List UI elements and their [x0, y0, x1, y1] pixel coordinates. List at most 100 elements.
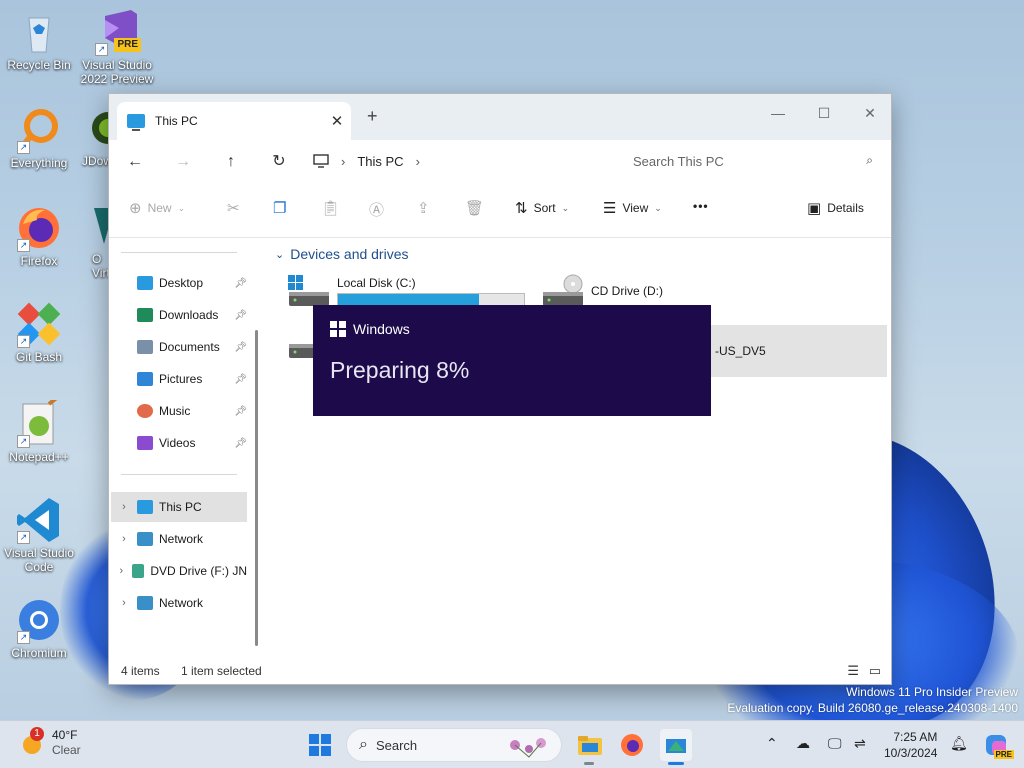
more-options-icon[interactable]: ••• [693, 199, 709, 213]
nav-item-network-2[interactable]: › Network [111, 588, 247, 618]
windows-logo-icon [330, 321, 346, 337]
downloads-icon [137, 308, 153, 322]
sort-button[interactable]: ⇅ Sort ⌄ [515, 199, 569, 217]
pin-icon[interactable]: 📌︎ [234, 406, 247, 417]
everything-icon: ↗ [15, 106, 63, 154]
drive-cd-d[interactable]: CD Drive (D:) [541, 274, 663, 308]
desktop-icon-git-bash[interactable]: ↗ Git Bash [1, 300, 77, 364]
nav-item-documents[interactable]: Documents 📌︎ [111, 332, 247, 362]
forward-arrow-icon[interactable]: → [169, 148, 197, 176]
drive-local-disk-c[interactable]: Local Disk (C:) [287, 274, 525, 308]
windows-preparing-dialog: Windows Preparing 8% [313, 305, 711, 416]
taskbar-file-explorer[interactable] [574, 729, 606, 761]
tiles-view-icon[interactable]: ▭ [869, 663, 881, 679]
videos-icon [137, 436, 153, 450]
weather-widget[interactable]: 1 40°F Clear [18, 727, 81, 758]
view-button[interactable]: ☰ View ⌄ [603, 199, 662, 217]
group-header-devices[interactable]: ⌄ Devices and drives [275, 246, 409, 262]
nav-item-dvd-drive[interactable]: › DVD Drive (F:) JN [111, 556, 247, 586]
tab-close-icon[interactable]: ✕ [323, 112, 351, 130]
desktop-icon-notepad-plus-plus[interactable]: ↗ Notepad++ [1, 394, 77, 464]
refresh-icon[interactable]: ↻ [265, 148, 293, 176]
search-placeholder: Search This PC [633, 153, 724, 169]
visual-studio-icon: PRE ↗ [93, 8, 141, 56]
start-button[interactable] [304, 729, 336, 761]
command-bar: ⊕ New ⌄ ✂ ❐ 📋︎ Ⓐ ⇪ 🗑︎ ⇅ Sort ⌄ ☰ View ⌄ … [109, 182, 891, 238]
nav-item-this-pc[interactable]: › This PC [111, 492, 247, 522]
up-arrow-icon[interactable]: ↑ [217, 148, 245, 176]
details-view-icon[interactable]: ☰ [847, 663, 859, 679]
share-icon[interactable]: ⇪ [417, 199, 430, 217]
minimize-button[interactable]: — [755, 98, 801, 128]
network-status-icon[interactable]: ⇌ [854, 735, 866, 752]
selected-drive-tile[interactable]: -US_DV5 [709, 325, 887, 377]
firefox-icon: ↗ [15, 204, 63, 252]
music-icon [137, 404, 153, 418]
desktop-icon-everything[interactable]: ↗ Everything [1, 106, 77, 170]
maximize-button[interactable]: ☐ [801, 98, 847, 128]
details-pane-icon: ▣ [807, 200, 822, 217]
pin-icon[interactable]: 📌︎ [234, 342, 247, 353]
pin-icon[interactable]: 📌︎ [234, 310, 247, 321]
taskbar-search[interactable]: ⌕ Search [346, 728, 562, 762]
desktop-folder-icon [137, 276, 153, 290]
nav-item-desktop[interactable]: Desktop 📌︎ [111, 268, 247, 298]
paste-icon[interactable]: 📋︎ [321, 199, 340, 217]
pin-icon[interactable]: 📌︎ [234, 278, 247, 289]
back-arrow-icon[interactable]: ← [121, 148, 149, 176]
breadcrumb-chevron-icon: › [341, 153, 346, 169]
status-bar: 4 items 1 item selected ☰ ▭ [109, 658, 891, 684]
details-button[interactable]: ▣ Details [807, 199, 864, 217]
pin-icon[interactable]: 📌︎ [234, 374, 247, 385]
onedrive-offline-icon[interactable]: ☁ [796, 735, 810, 752]
desktop-icon-chromium[interactable]: ↗ Chromium [1, 596, 77, 660]
breadcrumb-item-this-pc[interactable]: This PC [357, 154, 403, 169]
show-hidden-icons-chevron-icon[interactable]: ⌃ [766, 735, 778, 752]
tab-this-pc[interactable]: This PC ✕ [117, 102, 351, 140]
taskbar-active-app[interactable] [660, 729, 692, 761]
nav-item-downloads[interactable]: Downloads 📌︎ [111, 300, 247, 330]
taskbar-firefox[interactable] [616, 729, 648, 761]
pin-icon[interactable]: 📌︎ [234, 438, 247, 449]
new-tab-button[interactable]: + [367, 106, 378, 127]
delete-icon[interactable]: 🗑︎ [465, 199, 484, 217]
breadcrumb-chevron-icon[interactable]: › [416, 154, 420, 169]
desktop-icon-virtualbox[interactable]: O Virt [84, 204, 110, 280]
nav-item-videos[interactable]: Videos 📌︎ [111, 428, 247, 458]
plus-circle-icon: ⊕ [129, 200, 142, 217]
nav-item-pictures[interactable]: Pictures 📌︎ [111, 364, 247, 394]
clock-date: 10/3/2024 [884, 746, 938, 760]
rename-icon[interactable]: Ⓐ [369, 199, 384, 220]
monitor-icon [313, 154, 329, 168]
cut-icon[interactable]: ✂ [227, 199, 240, 217]
clock[interactable]: 7:25 AM 10/3/2024 [884, 729, 937, 761]
navigation-scrollbar[interactable] [255, 330, 258, 646]
chevron-right-icon[interactable]: › [111, 501, 137, 513]
nav-item-music[interactable]: Music 📌︎ [111, 396, 247, 426]
desktop-icon-visual-studio-preview[interactable]: PRE ↗ Visual Studio 2022 Preview [79, 8, 155, 86]
windows-start-icon [309, 734, 331, 756]
taskbar: 1 40°F Clear ⌕ Search ⌃ ☁ 🖵︎ ⇌ 7:25 AM 1… [0, 720, 1024, 768]
close-button[interactable]: ✕ [847, 98, 893, 128]
nav-item-network[interactable]: › Network [111, 524, 247, 554]
desktop-icon-jdownloader[interactable]: JDow [72, 106, 112, 168]
search-input[interactable]: Search This PC ⌕ [617, 144, 885, 178]
copy-icon[interactable]: ❐ [273, 199, 286, 217]
chevron-down-icon: ⌄ [561, 202, 570, 213]
chevron-right-icon[interactable]: › [111, 565, 132, 577]
new-button[interactable]: ⊕ New ⌄ [129, 199, 185, 217]
pre-badge: PRE [114, 38, 141, 52]
desktop-icon-recycle-bin[interactable]: Recycle Bin [1, 8, 77, 72]
copilot-button[interactable]: PRE [980, 729, 1014, 761]
preparing-message: Preparing 8% [330, 357, 470, 383]
chevron-right-icon[interactable]: › [111, 597, 137, 609]
chevron-right-icon[interactable]: › [111, 533, 137, 545]
desktop-icon-firefox[interactable]: ↗ Firefox [1, 204, 77, 268]
weather-desc: Clear [52, 743, 81, 757]
breadcrumb[interactable]: › This PC › [313, 144, 613, 178]
desktop-icon-vscode[interactable]: ↗ Visual Studio Code [1, 496, 77, 574]
display-icon[interactable]: 🖵︎ [828, 735, 842, 752]
notifications-bell-icon[interactable]: 🔔︎ [950, 735, 968, 752]
dvd-drive-icon [131, 564, 145, 578]
shortcut-arrow-icon: ↗ [17, 335, 30, 348]
